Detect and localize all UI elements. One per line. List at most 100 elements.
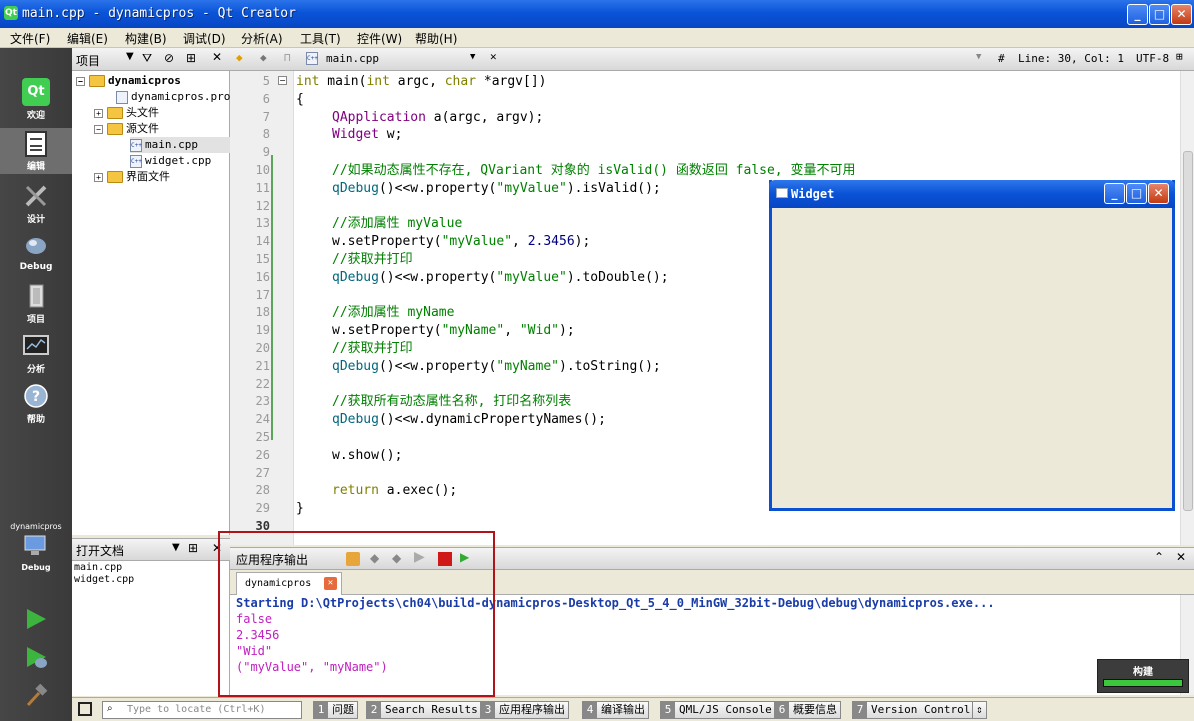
widget-window[interactable]: Widget _ □ ✕ <box>769 180 1175 511</box>
open-docs-title[interactable]: 打开文档 <box>76 542 124 559</box>
tree-item-sources[interactable]: − 源文件 <box>94 121 159 137</box>
editor-scrollbar[interactable] <box>1180 71 1194 545</box>
collapse-icon[interactable]: − <box>76 76 85 86</box>
mode-help[interactable]: ? 帮助 <box>0 382 72 428</box>
mode-design[interactable]: 设计 <box>0 182 72 228</box>
line-number: 29 <box>255 501 270 516</box>
tab-version-control[interactable]: 7 Version Control <box>852 701 975 719</box>
locator-input[interactable]: ⌕ Type to locate (Ctrl+K) <box>102 701 302 719</box>
scrollbar-thumb[interactable] <box>1183 151 1193 511</box>
split-icon[interactable]: ⊞ <box>188 541 198 555</box>
close-panel-icon[interactable]: ✕ <box>212 50 222 64</box>
tree-item-project[interactable]: − dynamicpros <box>76 73 181 89</box>
code-line: w.setProperty("myValue", 2.3456); <box>332 234 591 250</box>
code-line: qDebug()<<w.property("myValue").toDouble… <box>332 269 669 285</box>
tree-item-widget-cpp[interactable]: C++ widget.cpp <box>130 153 211 169</box>
encoding-indicator[interactable]: UTF-8 <box>1136 52 1169 65</box>
hash-indicator[interactable]: # <box>998 52 1005 65</box>
line-number: 16 <box>255 269 270 284</box>
tree-item-label: main.cpp <box>145 138 198 151</box>
tab-app-output[interactable]: 3 应用程序输出 <box>480 701 569 719</box>
more-tabs-icon[interactable]: ⇕ <box>972 701 987 719</box>
tab-issues[interactable]: 1 问题 <box>313 701 358 719</box>
highlight-box <box>218 531 495 697</box>
split-icon[interactable]: ⊞ <box>186 51 196 65</box>
view-dropdown-icon[interactable]: ▼ <box>172 542 180 553</box>
tab-compile-output[interactable]: 4 编译输出 <box>582 701 649 719</box>
widget-close-button[interactable]: ✕ <box>1148 183 1169 204</box>
tree-item-headers[interactable]: + 头文件 <box>94 105 159 121</box>
link-icon[interactable]: ⊘ <box>164 51 174 65</box>
tree-item-main-cpp[interactable]: C++ main.cpp <box>130 137 230 153</box>
debug-run-icon[interactable] <box>25 646 49 673</box>
fold-marker-icon[interactable]: − <box>278 76 287 85</box>
mode-welcome[interactable]: Qt 欢迎 <box>0 78 72 124</box>
open-doc-item[interactable]: main.cpp <box>74 562 122 573</box>
kit-selector[interactable]: dynamicpros Debug <box>0 522 72 584</box>
folder-icon <box>107 171 123 183</box>
tab-search-results[interactable]: 2 Search Results <box>366 701 482 719</box>
lock-icon[interactable]: ⊓ <box>284 51 291 64</box>
widget-title: Widget <box>791 187 835 201</box>
forward-arrow-icon[interactable]: ◆ <box>260 51 267 64</box>
maximize-pane-icon[interactable]: ⌃ <box>1154 550 1164 564</box>
close-button[interactable]: ✕ <box>1171 4 1192 25</box>
folder-icon <box>107 107 123 119</box>
menu-tools[interactable]: 工具(T) <box>300 30 341 47</box>
widget-minimize-button[interactable]: _ <box>1104 183 1125 204</box>
svg-text:?: ? <box>32 389 40 405</box>
expand-icon[interactable]: + <box>94 172 103 182</box>
cursor-position[interactable]: Line: 30, Col: 1 <box>1018 52 1124 65</box>
run-icon[interactable] <box>25 608 47 633</box>
menu-file[interactable]: 文件(F) <box>10 30 50 47</box>
view-dropdown-icon[interactable]: ▼ <box>126 51 134 62</box>
toggle-sidebar-icon[interactable] <box>78 702 92 716</box>
expand-icon[interactable]: + <box>94 108 103 118</box>
collapse-icon[interactable]: − <box>94 124 103 134</box>
build-hammer-icon[interactable] <box>24 683 48 711</box>
mode-help-label: 帮助 <box>26 415 45 425</box>
mode-edit[interactable]: 编辑 <box>0 128 72 174</box>
code-line: int main(int argc, char *argv[]) <box>296 74 547 89</box>
menu-build[interactable]: 构建(B) <box>125 30 167 47</box>
tree-item-pro-file[interactable]: dynamicpros.pro <box>116 89 230 105</box>
file-dropdown-icon[interactable]: ▼ <box>470 52 475 62</box>
tree-item-label: widget.cpp <box>145 154 212 167</box>
mode-projects[interactable]: 项目 <box>0 282 72 328</box>
build-label: 构建 <box>1133 667 1153 678</box>
close-pane-icon[interactable]: ✕ <box>1176 550 1186 564</box>
mode-analyze[interactable]: 分析 <box>0 332 72 378</box>
maximize-button[interactable]: □ <box>1149 4 1170 25</box>
line-number: 12 <box>255 198 270 213</box>
tab-general-messages[interactable]: 6 概要信息 <box>774 701 841 719</box>
menu-help[interactable]: 帮助(H) <box>415 30 457 47</box>
back-arrow-icon[interactable]: ◆ <box>236 51 243 64</box>
tree-item-label: 源文件 <box>126 122 159 135</box>
split-editor-icon[interactable]: ⊞ <box>1176 50 1183 63</box>
close-file-icon[interactable]: ✕ <box>490 50 497 63</box>
menu-debug[interactable]: 调试(D) <box>183 30 226 47</box>
project-panel-title[interactable]: 项目 <box>76 52 100 69</box>
menu-widgets[interactable]: 控件(W) <box>357 30 402 47</box>
menu-edit[interactable]: 编辑(E) <box>67 30 108 47</box>
open-doc-item[interactable]: widget.cpp <box>74 574 134 585</box>
editor-file-tab[interactable]: main.cpp <box>326 52 379 65</box>
build-progress[interactable]: 构建 <box>1097 659 1189 693</box>
filter-icon[interactable]: ⛛ <box>142 51 152 66</box>
mode-debug[interactable]: Debug <box>0 232 72 278</box>
tree-item-forms[interactable]: + 界面文件 <box>94 169 170 185</box>
line-number: 27 <box>255 465 270 480</box>
symbol-dropdown-icon[interactable]: ▼ <box>976 52 981 62</box>
line-number: 22 <box>255 376 270 391</box>
line-number: 8 <box>262 127 270 142</box>
line-number: 20 <box>255 341 270 355</box>
window-titlebar[interactable]: Qt main.cpp - dynamicpros - Qt Creator _… <box>0 0 1194 28</box>
code-comment: //添加属性 myValue <box>332 216 463 232</box>
line-number: 19 <box>255 323 270 338</box>
minimize-button[interactable]: _ <box>1127 4 1148 25</box>
widget-maximize-button[interactable]: □ <box>1126 183 1147 204</box>
tab-qml-console[interactable]: 5 QML/JS Console <box>660 701 776 719</box>
widget-titlebar[interactable]: Widget _ □ ✕ <box>769 180 1175 208</box>
code-comment: //获取并打印 <box>332 252 413 267</box>
menu-analyze[interactable]: 分析(A) <box>241 30 283 47</box>
